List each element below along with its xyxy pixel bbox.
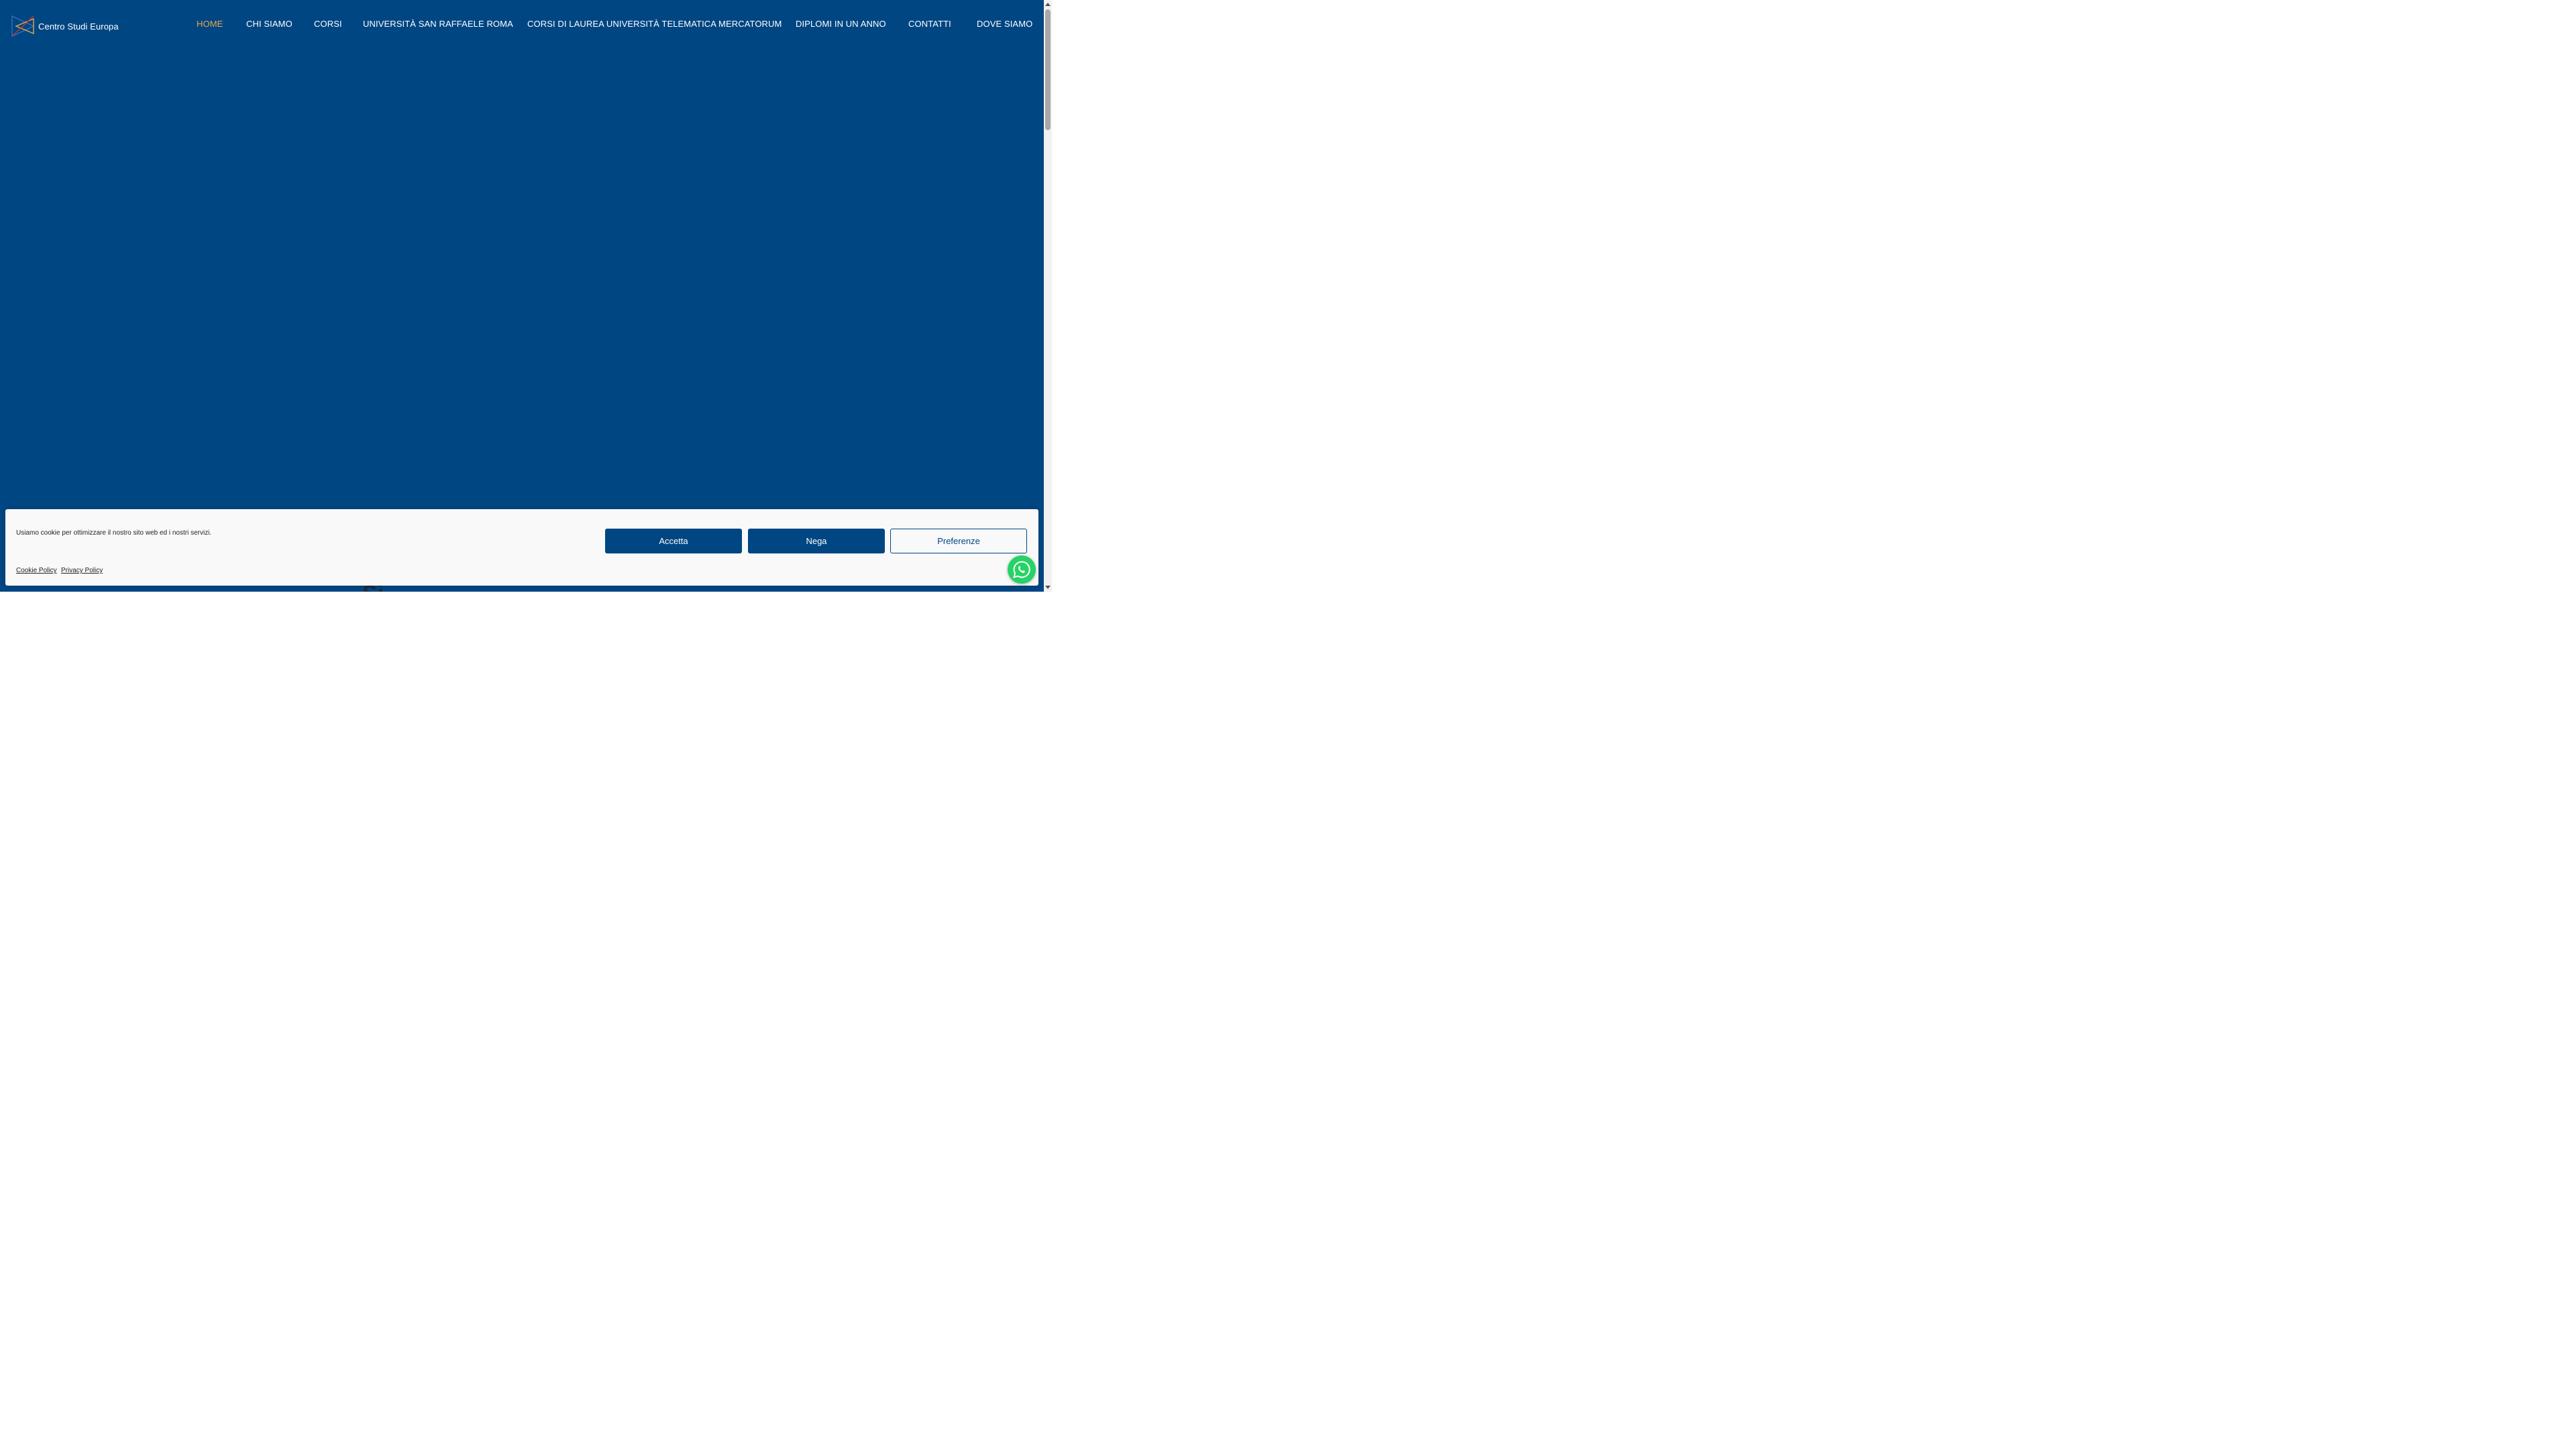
main-navigation: HOME CHI SIAMO CORSI UNIVERSITÀ SAN RAFF…	[0, 19, 1044, 31]
nav-item-home[interactable]: HOME	[197, 19, 223, 29]
privacy-policy-link[interactable]: Privacy Policy	[61, 567, 103, 574]
nav-item-chi-siamo[interactable]: CHI SIAMO	[246, 19, 292, 29]
nav-item-dove-siamo[interactable]: DOVE SIAMO	[977, 19, 1032, 29]
hero-section	[0, 0, 1044, 592]
nav-item-corsi[interactable]: CORSI	[314, 19, 342, 29]
whatsapp-icon	[1013, 561, 1030, 578]
nav-item-diplomi-in-un-anno[interactable]: DIPLOMI IN UN ANNO	[796, 19, 886, 29]
nav-item-contatti[interactable]: CONTATTI	[908, 19, 951, 29]
scrollbar-thumb[interactable]	[1045, 9, 1051, 130]
site-header: Centro Studi Europa HOME CHI SIAMO CORSI…	[0, 0, 1044, 50]
nav-item-corsi-di-laurea-mercatorum[interactable]: CORSI DI LAUREA UNIVERSITÀ TELEMATICA ME…	[527, 19, 782, 29]
page: Si Centro Studi Europa HOME CHI SIAMO CO…	[0, 0, 1052, 592]
scroll-down-arrow-icon[interactable]	[1045, 586, 1051, 589]
cookie-consent-banner: Usiamo cookie per ottimizzare il nostro …	[5, 509, 1038, 586]
deny-cookies-button[interactable]: Nega	[748, 529, 885, 553]
nav-item-universita-san-raffaele[interactable]: UNIVERSITÀ SAN RAFFAELE ROMA	[363, 19, 513, 29]
whatsapp-chat-button[interactable]	[1008, 555, 1036, 584]
scroll-up-arrow-icon[interactable]	[1045, 3, 1051, 6]
cookie-message: Usiamo cookie per ottimizzare il nostro …	[16, 529, 212, 537]
cookie-policy-link[interactable]: Cookie Policy	[16, 567, 57, 574]
cookie-preferences-button[interactable]: Preferenze	[890, 529, 1027, 553]
page-scrollbar[interactable]	[1044, 0, 1052, 592]
accept-cookies-button[interactable]: Accetta	[605, 529, 742, 553]
